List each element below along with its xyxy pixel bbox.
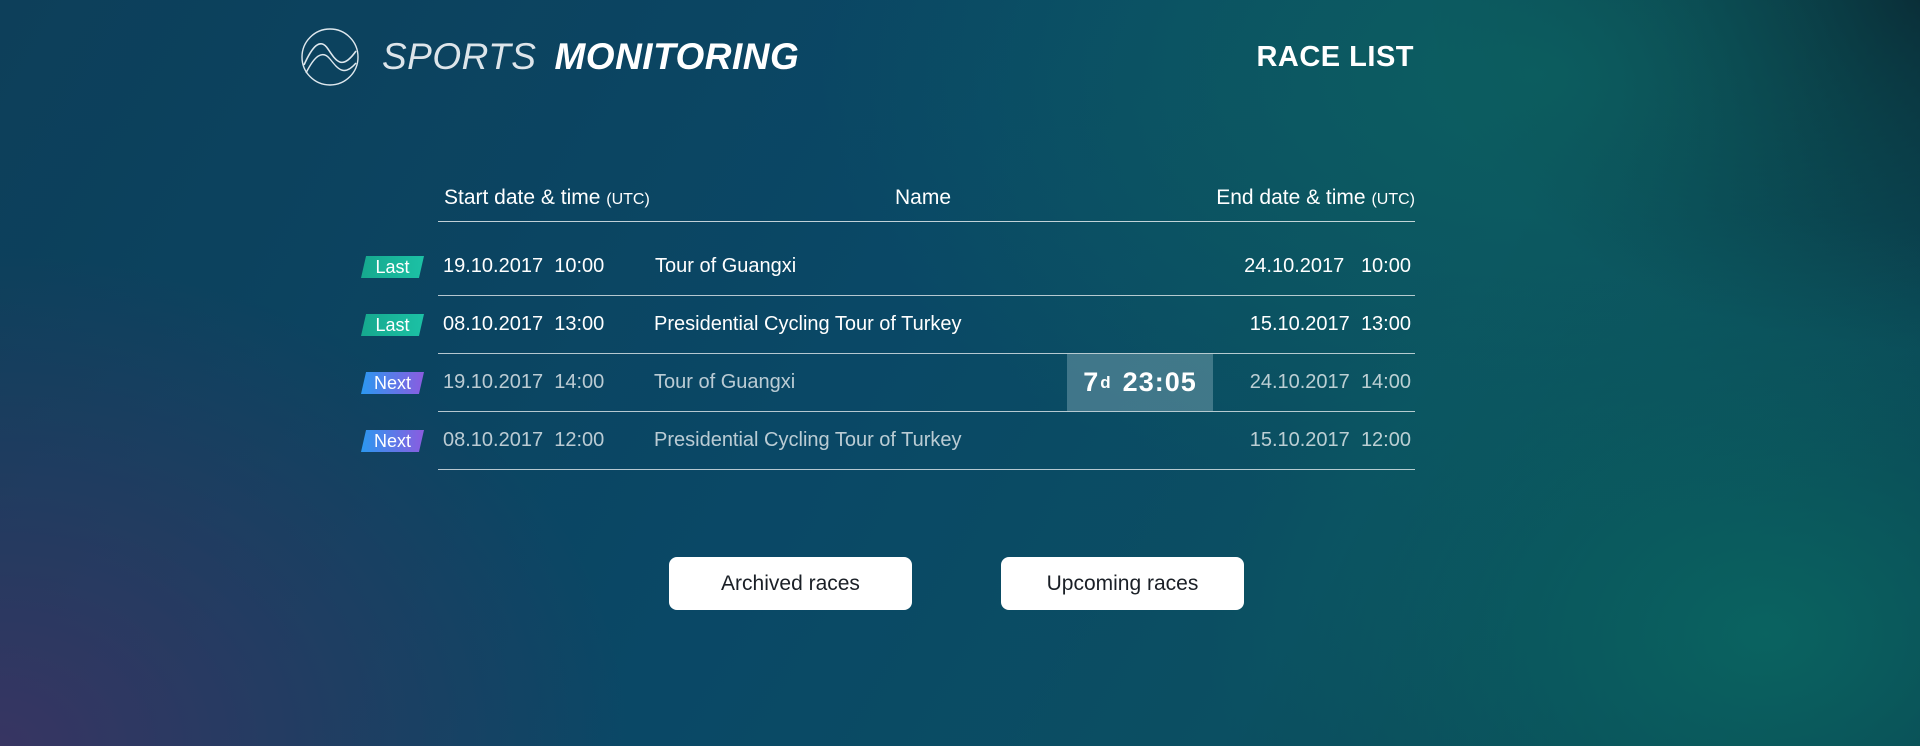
status-badge: Next [361,430,424,452]
start-time: 14:00 [554,371,605,393]
countdown-time: 23:05 [1122,367,1197,397]
header-start: Start date & time (UTC) [444,186,650,210]
race-name: Presidential Cycling Tour of Turkey [654,313,962,335]
start-date: 19.10.2017 [443,255,544,277]
race-name: Tour of Guangxi [654,371,796,393]
end-datetime: 15.10.2017 13:00 [1250,313,1411,336]
status-badge: Last [361,256,424,278]
header-start-label: Start date & time [444,186,601,209]
brand-bold-text: MONITORING [554,36,800,77]
start-time: 13:00 [554,313,605,335]
logo[interactable]: SPORTS MONITORING [300,24,799,90]
end-date: 15.10.2017 [1249,313,1350,335]
start-datetime: 08.10.2017 12:00 [443,429,604,452]
end-time: 13:00 [1360,313,1411,335]
countdown-days-unit: d [1100,372,1111,392]
end-date: 15.10.2017 [1249,429,1350,451]
archived-races-button[interactable]: Archived races [669,557,912,610]
end-datetime: 24.10.2017 14:00 [1250,371,1411,394]
end-datetime: 24.10.2017 10:00 [1244,255,1411,278]
start-time: 12:00 [554,429,605,451]
table-row[interactable]: Last 08.10.2017 13:00 Presidential Cycli… [361,296,1415,354]
end-time: 10:00 [1360,255,1411,277]
start-datetime: 19.10.2017 14:00 [443,371,604,394]
start-date: 08.10.2017 [443,313,544,335]
upcoming-races-button[interactable]: Upcoming races [1001,557,1244,610]
table-row[interactable]: Last 19.10.2017 10:00 Tour of Guangxi 24… [361,238,1415,296]
start-date: 19.10.2017 [443,371,544,393]
table-row[interactable]: Next 19.10.2017 14:00 Tour of Guangxi 7d… [361,354,1415,412]
end-time: 14:00 [1360,371,1411,393]
header-end-unit: (UTC) [1371,191,1415,208]
brand-name: SPORTS MONITORING [382,36,799,78]
end-datetime: 15.10.2017 12:00 [1250,429,1411,452]
countdown-timer: 7 d 23:05 [1067,354,1213,411]
mountain-wave-icon [301,28,359,86]
header-end: End date & time (UTC) [1216,186,1415,210]
end-date: 24.10.2017 [1249,371,1350,393]
header-name: Name [895,186,952,209]
header: SPORTS MONITORING RACE LIST [300,24,1414,90]
start-time: 10:00 [554,255,605,277]
table-body: Last 19.10.2017 10:00 Tour of Guangxi 24… [361,238,1415,470]
status-badge: Last [361,314,424,336]
status-badge: Next [361,372,424,394]
table-header: Start date & time (UTC) Name End date & … [438,180,1415,222]
action-bar: Archived races Upcoming races [0,557,1920,610]
brand-light-text: SPORTS [382,36,537,77]
start-datetime: 19.10.2017 10:00 [443,255,604,278]
end-time: 12:00 [1360,429,1411,451]
start-datetime: 08.10.2017 13:00 [443,313,604,336]
countdown-days: 7 [1083,367,1099,397]
race-name: Presidential Cycling Tour of Turkey [654,429,962,451]
page-title: RACE LIST [1256,41,1414,73]
race-table: Start date & time (UTC) Name End date & … [361,180,1415,470]
end-date: 24.10.2017 [1244,255,1345,277]
start-date: 08.10.2017 [443,429,544,451]
header-end-label: End date & time [1216,186,1366,209]
table-row[interactable]: Next 08.10.2017 12:00 Presidential Cycli… [361,412,1415,470]
header-start-unit: (UTC) [606,191,650,208]
race-name: Tour of Guangxi [655,255,797,277]
